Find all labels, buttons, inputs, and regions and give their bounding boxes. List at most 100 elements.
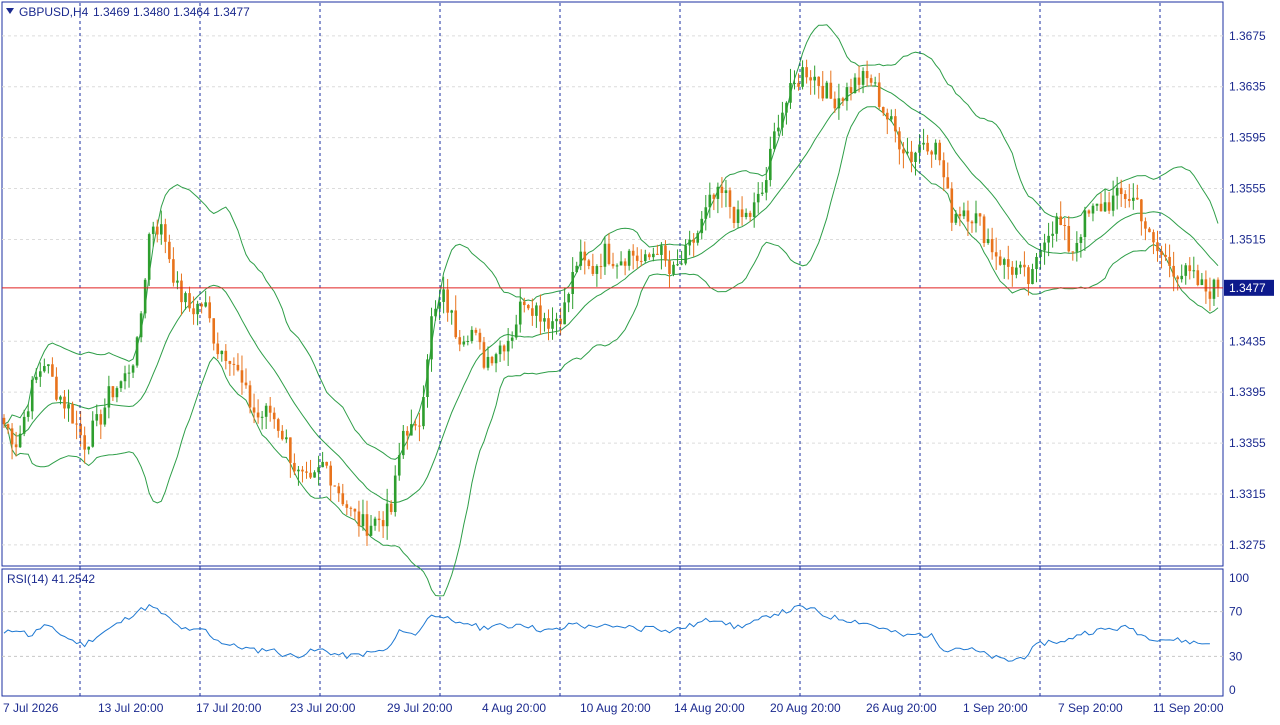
candle-body [1059,216,1063,226]
candle-body [974,213,978,224]
candle-body [845,87,849,102]
candle-body [38,371,42,377]
candle-body [724,190,728,193]
candle-body [18,433,22,448]
candle-body [369,525,373,536]
candle-body [656,253,659,255]
price-tick-label: 1.3635 [1229,80,1266,94]
price-tick-label: 1.3355 [1229,436,1266,450]
candle-body [898,131,901,150]
candle-body [1164,254,1167,257]
candle-body [272,412,276,420]
candle-body [934,142,937,155]
candle-body [329,465,332,486]
candle-body [676,264,679,266]
candle-body [1119,187,1123,195]
candle-body [744,212,748,218]
candle-body [498,345,502,355]
candle-body [22,416,26,434]
price-tick-label: 1.3315 [1229,487,1266,501]
candle-body [410,424,413,436]
candle-body [71,404,74,424]
candle-body [188,293,191,309]
candle-body [926,142,929,152]
time-tick-label: 26 Aug 20:00 [866,701,937,715]
candle-body [587,260,591,267]
candle-body [712,194,716,199]
candle-body [353,508,357,512]
candle-body [442,289,445,302]
candle-body [111,386,115,398]
candle-body [192,308,195,315]
candle-body [1172,265,1175,277]
candle-body [990,239,994,253]
candle-body [248,385,252,408]
candle-body [123,373,127,382]
candle-body [164,224,167,242]
candle-body [1063,225,1067,227]
candle-body [361,514,365,527]
candle-body [466,340,470,342]
candle-body [720,186,724,193]
candle-body [289,437,292,463]
candle-body [1099,203,1103,212]
candle-body [801,67,804,87]
time-tick-label: 7 Jul 2026 [3,701,59,715]
candle-body [732,206,736,223]
candle-body [155,226,159,235]
candle-body [474,329,478,333]
candle-body [1132,197,1135,201]
candle-body [539,305,542,322]
candle-body [486,356,490,368]
candle-body [1176,276,1179,280]
candle-body [1188,265,1192,272]
candle-body [607,243,611,264]
candle-body [1015,267,1018,275]
price-tick-label: 1.3275 [1229,538,1266,552]
candle-body [63,396,66,409]
candle-body [490,356,494,364]
candle-body [869,78,873,83]
candle-body [906,151,909,154]
candle-body [1087,210,1091,214]
candle-body [756,193,760,203]
time-tick-label: 20 Aug 20:00 [770,701,841,715]
candle-body [857,77,861,85]
candle-body [228,361,232,364]
candle-body [127,372,131,374]
candle-body [773,131,776,149]
price-tick-label: 1.3555 [1229,182,1266,196]
candle-body [821,85,825,99]
time-tick-label: 10 Aug 20:00 [580,701,651,715]
candle-body [83,435,86,450]
candle-body [789,83,792,103]
candle-body [87,446,90,450]
candle-body [805,67,808,78]
candle-body [406,430,409,436]
candle-body [543,318,546,322]
candle-body [2,417,6,425]
candle-body [563,302,566,325]
candle-body [216,343,220,355]
candle-body [813,76,816,81]
candle-body [914,152,917,162]
candle-body [115,388,119,398]
candle-body [1051,233,1054,236]
candle-body [147,234,151,280]
candle-body [781,112,784,128]
candle-body [67,404,70,409]
candle-body [14,444,18,448]
candle-body [837,98,841,109]
candle-body [1047,235,1050,243]
candle-body [59,396,62,400]
candle-body [970,221,974,224]
candle-body [700,218,704,234]
rsi-tick-label: 70 [1229,605,1243,619]
time-tick-label: 29 Jul 20:00 [387,701,453,715]
candle-body [418,425,421,427]
candle-body [696,233,700,243]
candle-body [1006,259,1010,267]
price-tick-label: 1.3515 [1229,232,1266,246]
candle-body [704,207,708,219]
candle-body [1152,232,1155,243]
